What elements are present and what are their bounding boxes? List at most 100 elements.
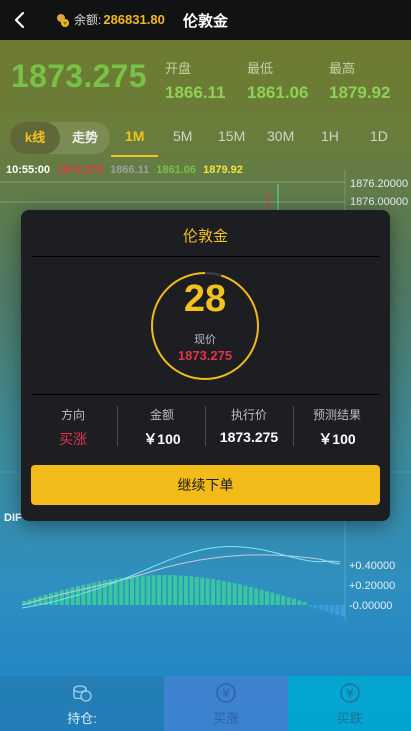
svg-text:¥: ¥ <box>346 687 354 701</box>
open-value: 1866.11 <box>165 83 226 102</box>
divider <box>31 394 380 395</box>
svg-text:¥: ¥ <box>63 20 67 27</box>
direction-value: 买涨 <box>59 431 87 447</box>
timeframe-1h[interactable]: 1H <box>321 128 339 144</box>
macd-bar <box>205 578 210 605</box>
timeframe-30m[interactable]: 30M <box>267 128 294 144</box>
macd-bar <box>65 588 70 605</box>
now-price-label: 现价 <box>194 334 216 346</box>
macd-bar <box>173 575 178 605</box>
yen-coin-icon: ¥ <box>216 683 236 703</box>
direction-label: 方向 <box>60 408 85 422</box>
modal-title: 伦敦金 <box>182 228 228 245</box>
macd-bar <box>292 598 296 605</box>
open-stat: 开盘 1866.11 <box>165 58 226 103</box>
timeframe-1d[interactable]: 1D <box>370 128 388 144</box>
top-bar: ¥ 余额: 286831.80 伦敦金 <box>0 0 411 40</box>
buy-up-label: 买涨 <box>212 711 239 726</box>
active-timeframe-indicator <box>111 155 158 157</box>
macd-bar <box>189 576 194 605</box>
macd-bar <box>86 583 91 605</box>
divider <box>31 256 380 257</box>
macd-bar <box>167 575 172 605</box>
macd-bar <box>313 605 318 609</box>
coins-icon <box>73 685 92 702</box>
macd-bar <box>157 575 161 605</box>
price-axis-label: 1876.00000 <box>350 196 409 208</box>
macd-bar <box>200 577 205 605</box>
macd-bar <box>130 576 134 605</box>
yen-coin-icon: ¥ <box>339 683 360 703</box>
macd-bar <box>54 591 59 605</box>
countdown-ring-progress <box>204 271 222 277</box>
macd-bar <box>335 605 340 615</box>
result-label: 预测结果 <box>312 408 361 422</box>
countdown-seconds: 28 <box>183 278 227 320</box>
amount-label: 金额 <box>149 408 174 422</box>
macd-bar <box>221 581 226 605</box>
low-value: 1861.06 <box>247 83 309 102</box>
result-value: ￥100 <box>318 431 356 447</box>
macd-bar <box>81 584 86 605</box>
result-info: 预测结果 ￥100 <box>293 406 381 449</box>
macd-bar <box>216 580 221 605</box>
low-label: 最低 <box>247 61 274 76</box>
tab-trend[interactable]: 走势 <box>60 122 110 154</box>
low-stat: 最低 1861.06 <box>247 58 308 103</box>
macd-bar <box>238 584 242 605</box>
page-title: 伦敦金 <box>183 13 229 30</box>
macd-bar <box>146 575 151 605</box>
amount-value: ￥100 <box>143 431 181 447</box>
tab-kline[interactable]: k线 <box>10 122 60 154</box>
macd-bar <box>140 575 145 605</box>
macd-bar <box>281 595 286 605</box>
macd-bar <box>194 576 199 605</box>
strike-info: 执行价 1873.275 <box>205 406 293 445</box>
chart-type-toggle: k线 走势 <box>10 122 110 154</box>
timeframe-15m[interactable]: 15M <box>218 128 245 144</box>
macd-bar <box>340 605 345 617</box>
macd-bar <box>319 605 323 610</box>
timeframe-1m[interactable]: 1M <box>125 128 144 144</box>
macd-bar <box>243 585 248 605</box>
buy-down-label: 买跌 <box>336 711 363 726</box>
macd-bar <box>232 583 237 605</box>
macd-bar <box>270 592 275 605</box>
balance-label: 余额: <box>74 13 102 27</box>
macd-axis-label: +0.20000 <box>349 580 396 592</box>
macd-bar <box>329 605 334 613</box>
holdings-label: 持仓: <box>67 711 97 726</box>
macd-bar <box>59 590 64 605</box>
open-label: 开盘 <box>165 61 192 76</box>
chart-tabs: k线 走势 1M 5M 15M 30M 1H 1D <box>0 118 411 158</box>
continue-order-button[interactable]: 继续下单 <box>31 465 380 505</box>
macd-bar <box>302 602 307 605</box>
macd-histogram <box>22 575 345 617</box>
macd-axis-label: +0.40000 <box>349 560 396 572</box>
macd-bar <box>124 577 129 605</box>
high-label: 最高 <box>329 61 356 76</box>
buy-up-button[interactable]: ¥ 买涨 <box>164 676 288 731</box>
direction-info: 方向 买涨 <box>29 406 117 449</box>
macd-bar <box>286 597 291 605</box>
chevron-left-icon[interactable] <box>10 10 30 30</box>
macd-axis-label: -0.00000 <box>349 600 393 612</box>
now-price-value: 1873.275 <box>177 348 233 363</box>
balance-value: 286831.80 <box>103 12 165 27</box>
macd-bar <box>49 593 53 605</box>
macd-bar <box>178 575 183 605</box>
svg-text:¥: ¥ <box>222 687 230 701</box>
macd-bar <box>259 589 264 605</box>
macd-bar <box>227 582 232 605</box>
macd-bar <box>308 605 313 607</box>
order-result-modal: 伦敦金 28 现价 1873.275 方向 买涨 金额 ￥100 执行价 187… <box>21 210 390 521</box>
macd-bar <box>119 577 124 605</box>
timeframe-5m[interactable]: 5M <box>173 128 192 144</box>
macd-bar <box>275 594 280 605</box>
macd-bar <box>265 591 269 605</box>
amount-info: 金额 ￥100 <box>118 406 206 449</box>
current-price: 1873.275 <box>11 58 147 94</box>
holdings-button[interactable]: 持仓: <box>0 676 164 731</box>
buy-down-button[interactable]: ¥ 买跌 <box>288 676 411 731</box>
macd-bar <box>324 605 329 612</box>
